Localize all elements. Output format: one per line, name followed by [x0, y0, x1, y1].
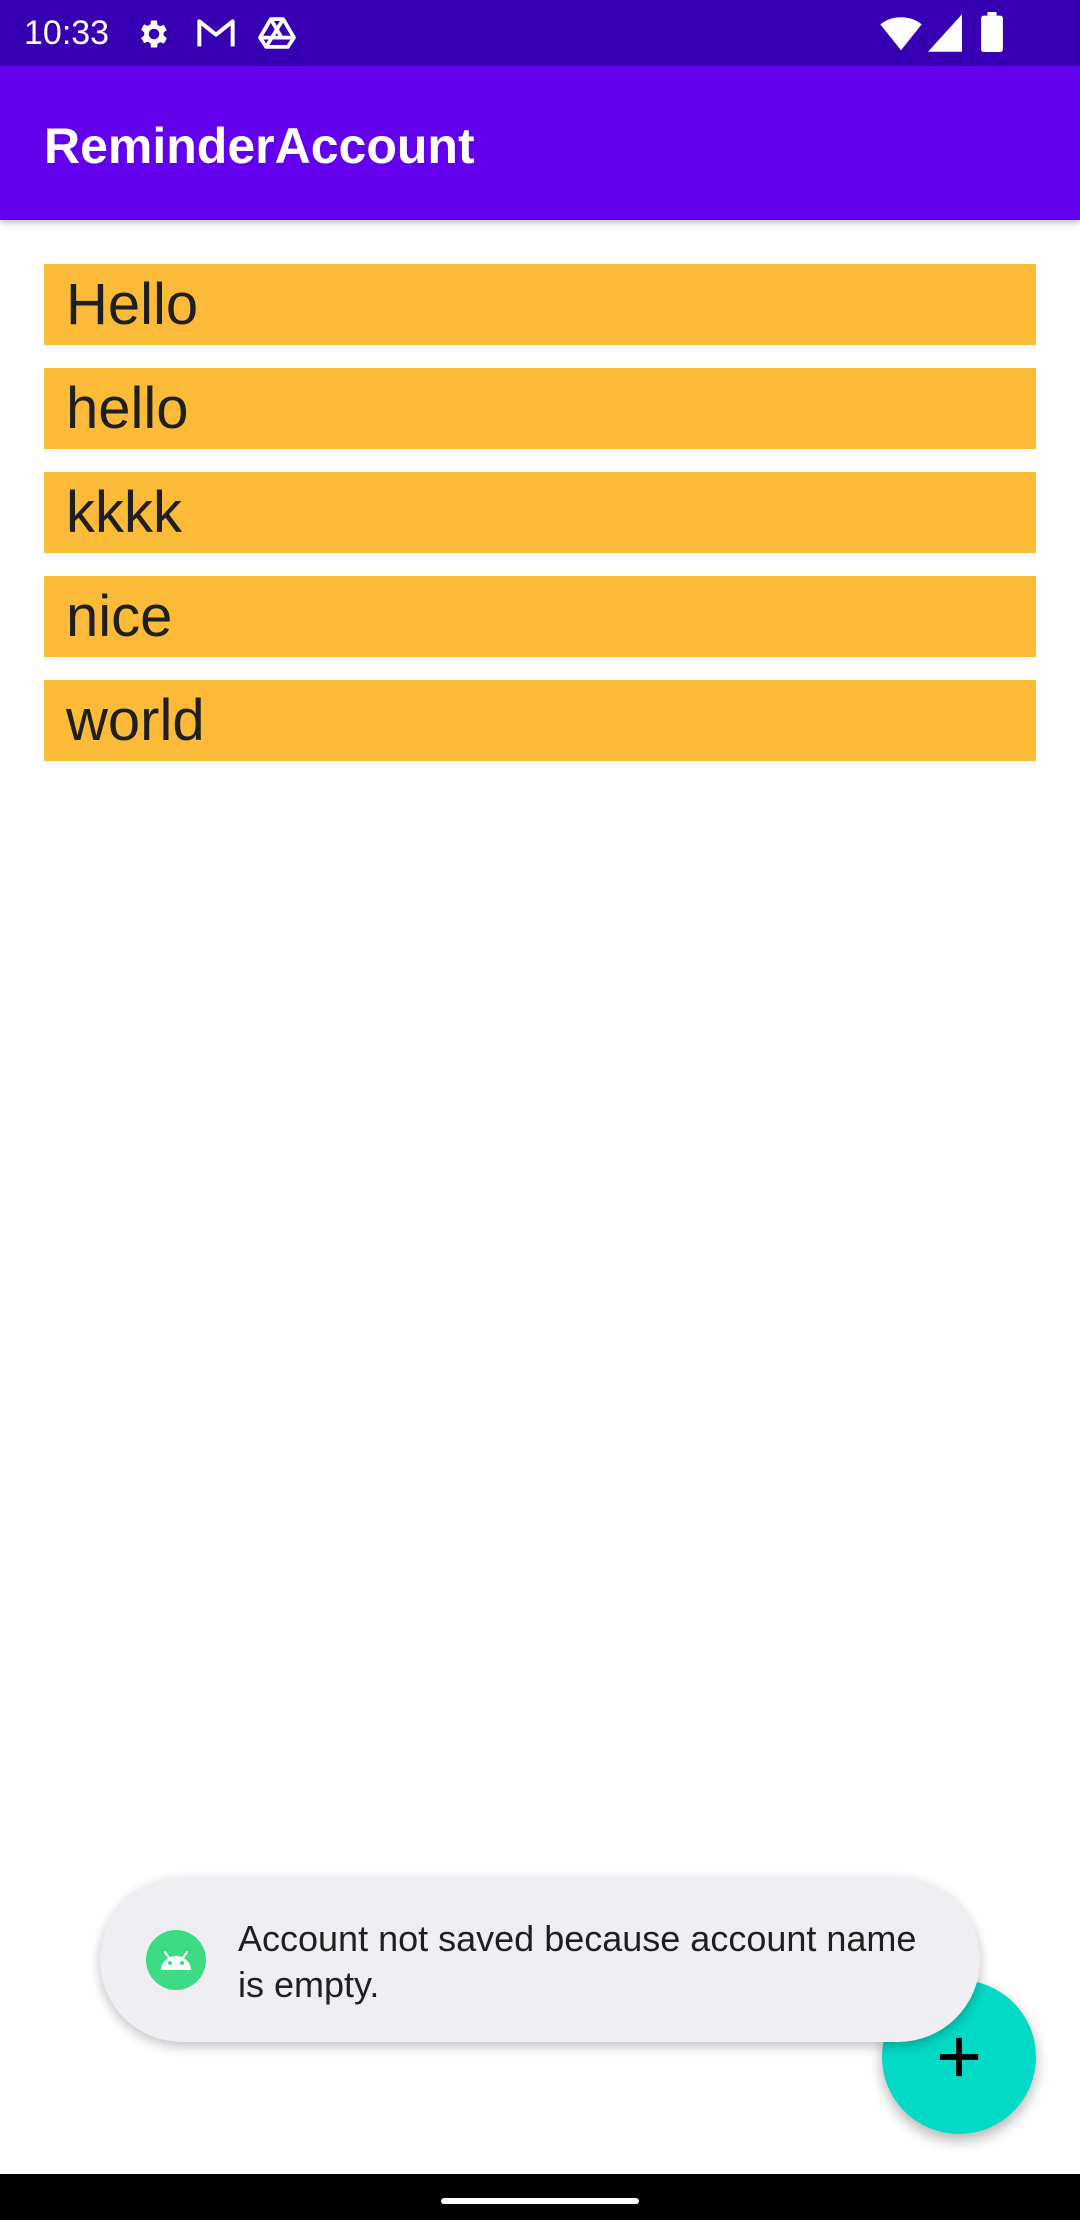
account-item[interactable]: kkkk: [44, 472, 1036, 553]
toast-message: Account not saved because account name i…: [238, 1918, 917, 2005]
account-name: kkkk: [66, 480, 182, 545]
gear-icon: [141, 20, 167, 48]
drive-icon: [258, 17, 296, 49]
account-name: nice: [66, 584, 173, 649]
nav-bar: [0, 2174, 1080, 2220]
android-icon: [146, 1930, 206, 1990]
plus-icon: [939, 2037, 979, 2077]
account-item[interactable]: Hello: [44, 264, 1036, 345]
app-title: ReminderAccount: [44, 118, 475, 174]
account-item[interactable]: hello: [44, 368, 1036, 449]
toast: Account not saved because account name i…: [100, 1878, 980, 2042]
home-gesture-handle[interactable]: [441, 2198, 639, 2204]
status-bar: 10:33: [0, 0, 1080, 66]
screen: 10:33 ReminderAccount Hello hello kkkk n…: [0, 0, 1080, 2220]
battery-icon: [981, 12, 1003, 52]
gmail-icon: [197, 19, 235, 47]
signal-icon: [928, 14, 962, 52]
account-item[interactable]: nice: [44, 576, 1036, 657]
account-list: Hello hello kkkk nice world: [44, 264, 1036, 784]
app-bar: ReminderAccount: [0, 66, 1080, 220]
status-time: 10:33: [24, 14, 110, 52]
account-name: world: [66, 688, 205, 753]
wifi-icon: [880, 17, 922, 51]
account-name: hello: [66, 376, 189, 441]
account-item[interactable]: world: [44, 680, 1036, 761]
account-name: Hello: [66, 272, 199, 337]
